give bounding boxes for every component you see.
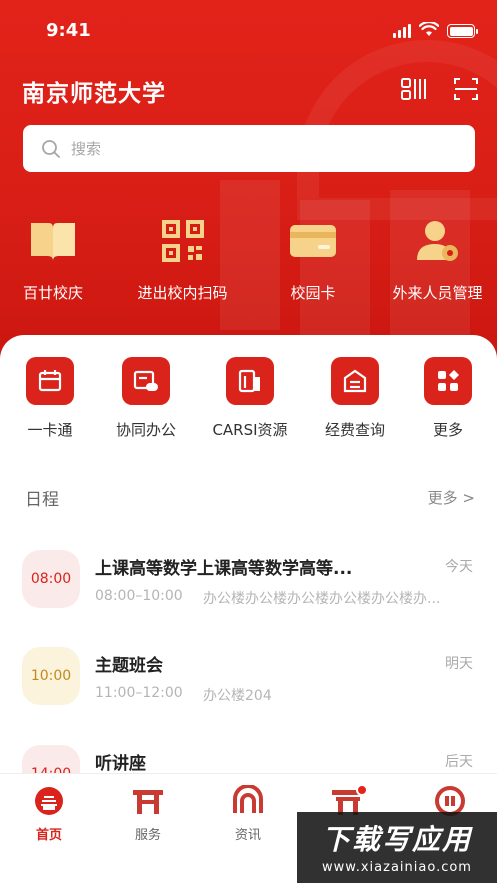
qr-code-icon — [161, 220, 204, 262]
schedule-item-time: 11:00–12:00 — [95, 685, 183, 701]
schedule-item-day: 今天 — [445, 559, 473, 575]
service-yikatong[interactable]: 一卡通 — [10, 357, 90, 440]
card-icon — [290, 225, 336, 257]
battery-icon — [447, 24, 478, 38]
collaboration-icon — [133, 370, 158, 391]
schedule-item-day: 明天 — [445, 656, 473, 672]
search-bar[interactable] — [23, 125, 475, 172]
page-title: 南京师范大学 — [22, 81, 166, 107]
scan-button[interactable] — [452, 75, 480, 103]
schedule-item-title: 上课高等数学上课高等数学高等... — [95, 559, 353, 579]
quick-scan-entry[interactable]: 进出校内扫码 — [130, 210, 235, 303]
service-yikatong-label: 一卡通 — [27, 421, 73, 439]
schedule-time-badge: 08:00 — [22, 550, 80, 608]
service-more[interactable]: 更多 — [408, 357, 488, 440]
schedule-item-time: 08:00–10:00 — [95, 588, 183, 604]
quick-visitor-management[interactable]: 外来人员管理 — [385, 210, 490, 303]
tab-news-label: 资讯 — [234, 828, 261, 843]
news-icon — [233, 785, 263, 813]
search-icon — [42, 139, 60, 158]
service-icon — [133, 790, 163, 814]
barcode-button[interactable] — [400, 75, 428, 103]
more-grid-icon — [438, 370, 459, 391]
schedule-item[interactable]: 08:00 上课高等数学上课高等数学高等... 今天 08:00–10:00 办… — [22, 550, 477, 612]
schedule-item[interactable]: 10:00 主题班会 明天 11:00–12:00 办公楼204 — [22, 647, 477, 709]
schedule-item-title: 主题班会 — [95, 656, 163, 676]
watermark-logo: 下载写应用 www.xiazainiao.com — [297, 812, 497, 883]
schedule-item-title: 听讲座 — [95, 754, 146, 774]
funds-icon — [343, 369, 367, 393]
schedule-title: 日程 — [25, 490, 59, 510]
tab-service[interactable]: 服务 — [108, 782, 188, 843]
schedule-item-location: 办公楼办公楼办公楼办公楼办公楼办... — [203, 591, 441, 607]
calendar-card-icon — [38, 370, 62, 392]
quick-campus-card-label: 校园卡 — [290, 284, 336, 302]
status-bar: 9:41 — [0, 0, 497, 60]
service-more-label: 更多 — [432, 421, 463, 439]
tab-home-label: 首页 — [35, 828, 62, 843]
quick-visitor-management-label: 外来人员管理 — [392, 284, 483, 302]
service-funds[interactable]: 经费查询 — [315, 357, 395, 440]
service-collaboration[interactable]: 协同办公 — [106, 357, 186, 440]
watermark-url: www.xiazainiao.com — [322, 860, 472, 875]
quick-anniversary-label: 百廿校庆 — [22, 284, 83, 302]
watermark-title: 下载写应用 — [321, 823, 472, 856]
service-carsi[interactable]: CARSI资源 — [200, 357, 300, 440]
schedule-item-day: 后天 — [445, 754, 473, 770]
tab-service-label: 服务 — [134, 828, 161, 843]
book-icon — [31, 223, 75, 261]
tab-news[interactable]: 资讯 — [208, 782, 288, 843]
resource-icon — [238, 369, 260, 393]
schedule-item-location: 办公楼204 — [203, 688, 272, 704]
schedule-more-link[interactable]: 更多 > — [428, 487, 475, 508]
schedule-time-badge: 10:00 — [22, 647, 80, 705]
status-time: 9:41 — [46, 20, 91, 41]
service-carsi-label: CARSI资源 — [212, 421, 288, 439]
search-input[interactable] — [71, 139, 431, 158]
tab-home[interactable]: 首页 — [9, 782, 89, 843]
user-gear-icon — [416, 221, 458, 261]
quick-anniversary[interactable]: 百廿校庆 — [8, 210, 98, 303]
service-funds-label: 经费查询 — [324, 421, 385, 439]
wifi-icon — [419, 22, 439, 36]
home-icon — [35, 787, 63, 815]
signal-icon — [393, 24, 411, 38]
service-collaboration-label: 协同办公 — [115, 421, 176, 439]
quick-scan-entry-label: 进出校内扫码 — [137, 284, 228, 302]
quick-campus-card[interactable]: 校园卡 — [268, 210, 358, 303]
services-card: 一卡通 协同办公 CARSI资源 经费查询 更多 日程 更多 > 08:00 上… — [0, 335, 497, 803]
notification-dot — [356, 784, 368, 796]
